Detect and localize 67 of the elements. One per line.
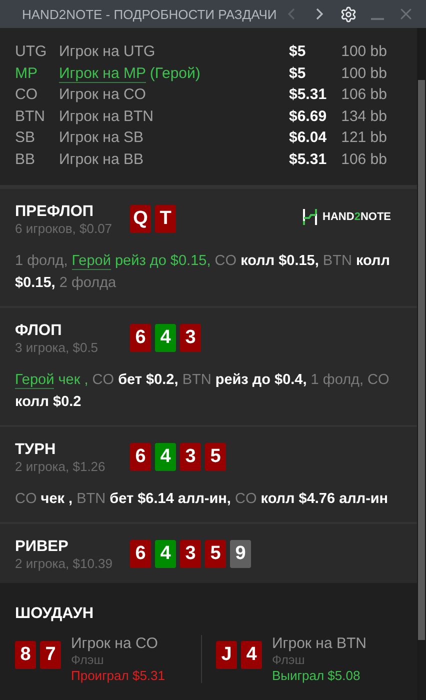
playing-card: 3 xyxy=(180,443,201,471)
player-name: Игрок на BTN xyxy=(59,108,154,125)
playing-card: T xyxy=(155,205,176,233)
stack-bb: 121 bb xyxy=(341,129,387,146)
player-name: Игрок на BTN xyxy=(272,635,366,652)
playing-card: J xyxy=(216,641,237,669)
playing-card: 4 xyxy=(155,540,176,568)
player-name: Игрок на BB xyxy=(59,150,144,168)
street-title: ФЛОП xyxy=(15,322,63,340)
player-name: Игрок на UTG xyxy=(59,43,156,60)
playing-card: 8 xyxy=(15,641,36,669)
position-label: BTN xyxy=(15,108,46,125)
stack-amount: $5.31 xyxy=(289,86,328,104)
playing-card: 7 xyxy=(40,641,61,669)
playing-card: 9 xyxy=(230,540,251,568)
playing-card: 3 xyxy=(180,324,201,352)
stack-amount: $6.04 xyxy=(289,129,328,146)
hand-type: Флэш xyxy=(71,653,105,667)
action-line: 1 фолд, Герой рейз до $0.15, CO колл $0.15, BTN колл $0.15, 2 фолда xyxy=(15,252,391,293)
playing-card: Q xyxy=(130,205,151,233)
player-name: Игрок на CO xyxy=(71,635,159,652)
stack-bb: 134 bb xyxy=(341,108,387,125)
stack-amount: $5 xyxy=(289,43,307,60)
player-name: Игрок на CO xyxy=(59,86,147,104)
hand-type: Флэш xyxy=(272,653,306,667)
playing-card: 6 xyxy=(130,324,151,352)
logo-text: HAND2NOTE xyxy=(322,211,391,223)
action-line: CO чек , BTN бет $6.14 алл-ин, CO колл $4.76 алл-ин xyxy=(15,490,390,509)
result-text: Проиграл $5.31 xyxy=(71,668,165,683)
playing-card: 4 xyxy=(155,324,176,352)
playing-card: 4 xyxy=(241,641,262,669)
stack-bb: 106 bb xyxy=(341,150,387,168)
player-name: Игрок на SB xyxy=(59,129,144,146)
playing-card: 6 xyxy=(130,443,151,471)
street-info: 2 игрока, $10.39 xyxy=(15,556,114,571)
street-title: ТУРН xyxy=(15,441,57,459)
chevron-right-icon xyxy=(316,8,324,20)
stack-amount: $6.69 xyxy=(289,108,328,125)
position-label: SB xyxy=(15,129,36,146)
position-label: CO xyxy=(15,86,38,104)
street-title: ПРЕФЛОП xyxy=(15,203,95,221)
stack-bb: 100 bb xyxy=(341,64,387,82)
playing-card: 5 xyxy=(205,540,226,568)
street-title: РИВЕР xyxy=(15,538,70,556)
stack-bb: 100 bb xyxy=(341,43,387,60)
chevron-left-icon xyxy=(288,8,295,20)
stack-amount: $5 xyxy=(289,64,307,82)
position-label: MP xyxy=(15,64,38,82)
position-label: BB xyxy=(15,150,36,168)
showdown-title: ШОУДАУН xyxy=(15,605,95,623)
window-title: HAND2NOTE - ПОДРОБНОСТИ РАЗДАЧИ xyxy=(22,6,277,22)
result-text: Выиграл $5.08 xyxy=(272,668,362,683)
street-info: 6 игроков, $0.07 xyxy=(15,221,114,236)
settings-icon xyxy=(340,6,357,22)
player-name: Игрок на MP (Герой) xyxy=(59,64,202,82)
playing-card: 6 xyxy=(130,540,151,568)
minimize-icon xyxy=(370,18,384,20)
playing-card: 3 xyxy=(180,540,201,568)
playing-card: 5 xyxy=(205,443,226,471)
playing-card: 4 xyxy=(155,443,176,471)
action-line: Герой чек , CO бет $0.2, BTN рейз до $0.4, 1 фолд, CO колл $0.2 xyxy=(15,371,390,412)
position-label: UTG xyxy=(15,43,48,60)
stack-bb: 106 bb xyxy=(341,86,387,104)
stack-amount: $5.31 xyxy=(289,150,328,168)
scrollbar[interactable] xyxy=(417,28,426,700)
street-info: 3 игрока, $0.5 xyxy=(15,340,100,355)
street-info: 2 игрока, $1.26 xyxy=(15,459,106,474)
